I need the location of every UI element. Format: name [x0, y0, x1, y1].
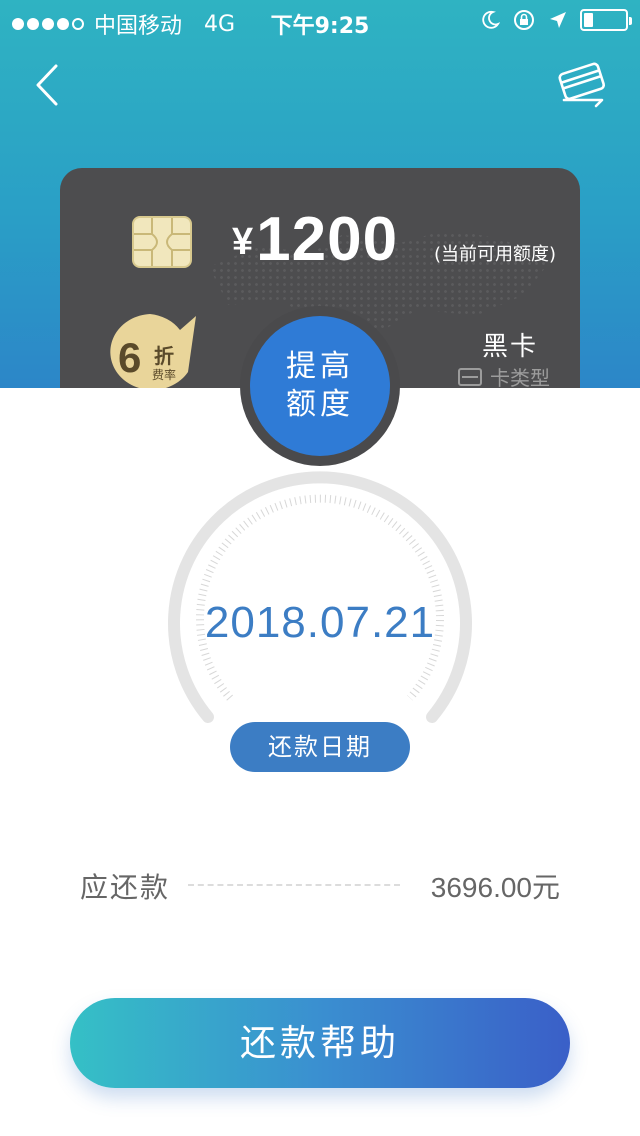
card-type-name: 黑卡 — [481, 332, 538, 362]
discount-rate-badge: 6 折 费率 — [100, 310, 200, 394]
raise-limit-line2: 额度 — [286, 387, 354, 422]
rotation-lock-icon — [514, 10, 534, 30]
location-arrow-icon — [550, 12, 566, 28]
back-button[interactable] — [28, 60, 68, 110]
card-type-label: 卡类型 — [490, 366, 550, 390]
credit-value: 1200 — [256, 205, 399, 274]
card-type-label-row: 卡类型 — [458, 362, 550, 391]
repayment-date-label: 还款日期 — [230, 722, 410, 772]
card-switch-icon — [558, 62, 606, 108]
available-credit-note: (当前可用额度) — [433, 244, 556, 265]
card-type-icon — [458, 367, 482, 386]
raise-limit-button[interactable]: 提高 额度 — [250, 316, 390, 456]
raise-limit-line1: 提高 — [286, 349, 354, 384]
discount-unit: 折 — [154, 344, 174, 368]
speech-bubble-icon — [110, 314, 196, 390]
status-right — [480, 8, 632, 32]
discount-subtitle: 费率 — [152, 368, 177, 382]
repayment-date: 2018.07.21 — [204, 598, 436, 647]
status-bar: 中国移动 4G 下午9:25 — [0, 0, 640, 40]
amount-due-divider — [188, 884, 400, 886]
amount-due-row: 应还款 3696.00元 — [80, 862, 560, 906]
amount-due-label: 应还款 — [80, 871, 171, 904]
repayment-help-button[interactable]: 还款帮助 — [70, 998, 570, 1088]
battery-icon — [580, 9, 632, 31]
card-chip-icon — [132, 216, 192, 268]
amount-due-value: 3696.00元 — [430, 872, 560, 903]
card-switch-button[interactable] — [554, 58, 612, 110]
discount-number: 6 — [118, 334, 142, 381]
chevron-left-icon — [36, 64, 58, 106]
currency-symbol: ¥ — [232, 221, 255, 263]
available-credit-amount: ¥1200 — [232, 204, 398, 275]
moon-icon — [482, 10, 500, 29]
